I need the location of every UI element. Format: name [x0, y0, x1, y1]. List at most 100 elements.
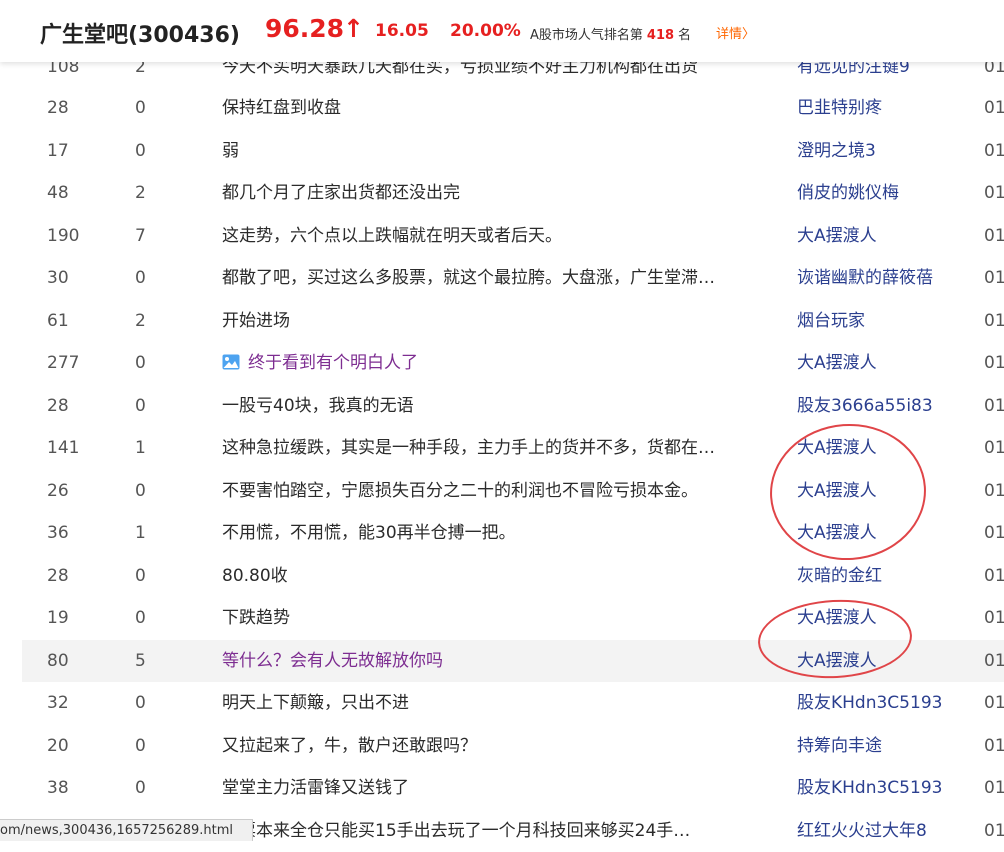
read-count: 28	[47, 98, 69, 118]
reply-count: 2	[135, 311, 146, 331]
post-time: 01	[984, 438, 1004, 458]
read-count: 32	[47, 693, 69, 713]
author-link[interactable]: 俏皮的姚仪梅	[797, 172, 957, 214]
read-count: 36	[47, 523, 69, 543]
author-link[interactable]: 股友KHdn3C5193	[797, 767, 957, 809]
reply-count: 0	[135, 268, 146, 288]
author-link[interactable]: 大A摆渡人	[797, 342, 957, 384]
post-title-link[interactable]: 都散了吧，买过这么多股票，就这个最拉胯。大盘涨，广生堂滞…	[222, 257, 770, 299]
author-link[interactable]: 大A摆渡人	[797, 215, 957, 257]
post-title-link[interactable]: 一股亏40块，我真的无语	[222, 385, 770, 427]
details-link[interactable]: 详情〉	[716, 23, 755, 42]
read-count: 28	[47, 566, 69, 586]
reply-count: 7	[135, 226, 146, 246]
post-row: 61 2 开始进场 烟台玩家 01	[22, 300, 1004, 342]
post-title-link[interactable]: 开始进场	[222, 300, 770, 342]
read-count: 19	[47, 608, 69, 628]
post-time: 01	[984, 821, 1004, 841]
stock-header: 广生堂吧(300436) 96.28 ↑ 16.05 20.00% A股市场人气…	[0, 0, 1004, 62]
read-count: 30	[47, 268, 69, 288]
author-link[interactable]: 澄明之境3	[797, 130, 957, 172]
post-title-link[interactable]: 这走势，六个点以上跌幅就在明天或者后天。	[222, 215, 770, 257]
post-row: 190 7 这走势，六个点以上跌幅就在明天或者后天。 大A摆渡人 01	[22, 215, 1004, 257]
stock-price: 96.28	[265, 14, 345, 43]
up-arrow-icon: ↑	[343, 14, 364, 43]
post-title-link[interactable]: 不要害怕踏空，宁愿损失百分之二十的利润也不冒险亏损本金。	[222, 470, 770, 512]
post-time: 01	[984, 183, 1004, 203]
post-time: 01	[984, 693, 1004, 713]
reply-count: 0	[135, 396, 146, 416]
reply-count: 0	[135, 693, 146, 713]
reply-count: 5	[135, 651, 146, 671]
price-change: 16.05	[375, 21, 429, 41]
author-link[interactable]: 股友3666a55i83	[797, 385, 957, 427]
reply-count: 0	[135, 98, 146, 118]
author-link[interactable]: 持筹向丰途	[797, 725, 957, 767]
read-count: 141	[47, 438, 80, 458]
reply-count: 0	[135, 481, 146, 501]
post-time: 01	[984, 523, 1004, 543]
post-row: 141 1 这种急拉缓跌，其实是一种手段，主力手上的货并不多，货都在… 大A摆渡…	[22, 427, 1004, 469]
reply-count: 0	[135, 566, 146, 586]
post-row: 30 0 都散了吧，买过这么多股票，就这个最拉胯。大盘涨，广生堂滞… 诙谐幽默的…	[22, 257, 1004, 299]
reply-count: 0	[135, 353, 146, 373]
author-link[interactable]: 大A摆渡人	[797, 427, 957, 469]
rank-suffix: 名	[678, 28, 692, 43]
post-row-hover: 80 5 等什么？会有人无故解放你吗 大A摆渡人 01	[22, 640, 1004, 682]
post-title-link[interactable]: 等什么？会有人无故解放你吗	[222, 640, 770, 682]
read-count: 20	[47, 736, 69, 756]
post-row: 26 0 不要害怕踏空，宁愿损失百分之二十的利润也不冒险亏损本金。 大A摆渡人 …	[22, 470, 1004, 512]
post-title-link[interactable]: 好票本来全仓只能买15手出去玩了一个月科技回来够买24手…	[222, 810, 770, 852]
post-title-link[interactable]: 不用慌，不用慌，能30再半仓搏一把。	[222, 512, 770, 554]
post-time: 01	[984, 226, 1004, 246]
post-row: 28 0 保持红盘到收盘 巴韭特别疼 01	[22, 87, 1004, 129]
post-time: 01	[984, 566, 1004, 586]
post-title-link[interactable]: 明天上下颠簸，只出不进	[222, 682, 770, 724]
post-title-link[interactable]: 保持红盘到收盘	[222, 87, 770, 129]
read-count: 48	[47, 183, 69, 203]
post-title-link[interactable]: 终于看到有个明白人了	[222, 342, 770, 384]
post-title-link[interactable]: 都几个月了庄家出货都还没出完	[222, 172, 770, 214]
post-row: 32 0 明天上下颠簸，只出不进 股友KHdn3C5193 01	[22, 682, 1004, 724]
author-link[interactable]: 巴韭特别疼	[797, 87, 957, 129]
read-count: 80	[47, 651, 69, 671]
author-link[interactable]: 股友KHdn3C5193	[797, 682, 957, 724]
read-count: 190	[47, 226, 80, 246]
post-title-link[interactable]: 这种急拉缓跌，其实是一种手段，主力手上的货并不多，货都在…	[222, 427, 770, 469]
post-title-link[interactable]: 80.80收	[222, 555, 770, 597]
post-title-link[interactable]: 弱	[222, 130, 770, 172]
reply-count: 1	[135, 523, 146, 543]
author-link[interactable]: 灰暗的金红	[797, 555, 957, 597]
author-link[interactable]: 红红火火过大年8	[797, 810, 957, 852]
forum-title[interactable]: 广生堂吧(300436)	[40, 17, 240, 49]
post-time: 01	[984, 98, 1004, 118]
post-row: 38 0 堂堂主力活雷锋又送钱了 股友KHdn3C5193 01	[22, 767, 1004, 809]
read-count: 38	[47, 778, 69, 798]
author-link[interactable]: 烟台玩家	[797, 300, 957, 342]
rank-prefix: A股市场人气排名第	[530, 28, 643, 43]
post-time: 01	[984, 651, 1004, 671]
post-row: 20 0 又拉起来了，牛，散户还敢跟吗？ 持筹向丰途 01	[22, 725, 1004, 767]
post-title-text: 终于看到有个明白人了	[248, 353, 418, 373]
author-link[interactable]: 大A摆渡人	[797, 640, 957, 682]
post-row: 277 0 终于看到有个明白人了 大A摆渡人 01	[22, 342, 1004, 384]
post-time: 01	[984, 736, 1004, 756]
post-time: 01	[984, 311, 1004, 331]
post-row: 28 0 80.80收 灰暗的金红 01	[22, 555, 1004, 597]
reply-count: 0	[135, 141, 146, 161]
browser-status-url: om/news,300436,1657256289.html	[0, 819, 253, 841]
post-row: 48 2 都几个月了庄家出货都还没出完 俏皮的姚仪梅 01	[22, 172, 1004, 214]
post-time: 01	[984, 608, 1004, 628]
post-time: 01	[984, 481, 1004, 501]
post-title-link[interactable]: 堂堂主力活雷锋又送钱了	[222, 767, 770, 809]
post-list: 108 2 今天不买明天暴跌几天都在买，亏损业绩不好主力机构都在出货 有远见的注…	[0, 0, 1004, 841]
author-link[interactable]: 大A摆渡人	[797, 597, 957, 639]
read-count: 26	[47, 481, 69, 501]
author-link[interactable]: 大A摆渡人	[797, 512, 957, 554]
post-title-link[interactable]: 又拉起来了，牛，散户还敢跟吗？	[222, 725, 770, 767]
post-title-link[interactable]: 下跌趋势	[222, 597, 770, 639]
author-link[interactable]: 大A摆渡人	[797, 470, 957, 512]
post-time: 01	[984, 141, 1004, 161]
author-link[interactable]: 诙谐幽默的薛筱蓓	[797, 257, 957, 299]
post-row: 36 1 不用慌，不用慌，能30再半仓搏一把。 大A摆渡人 01	[22, 512, 1004, 554]
